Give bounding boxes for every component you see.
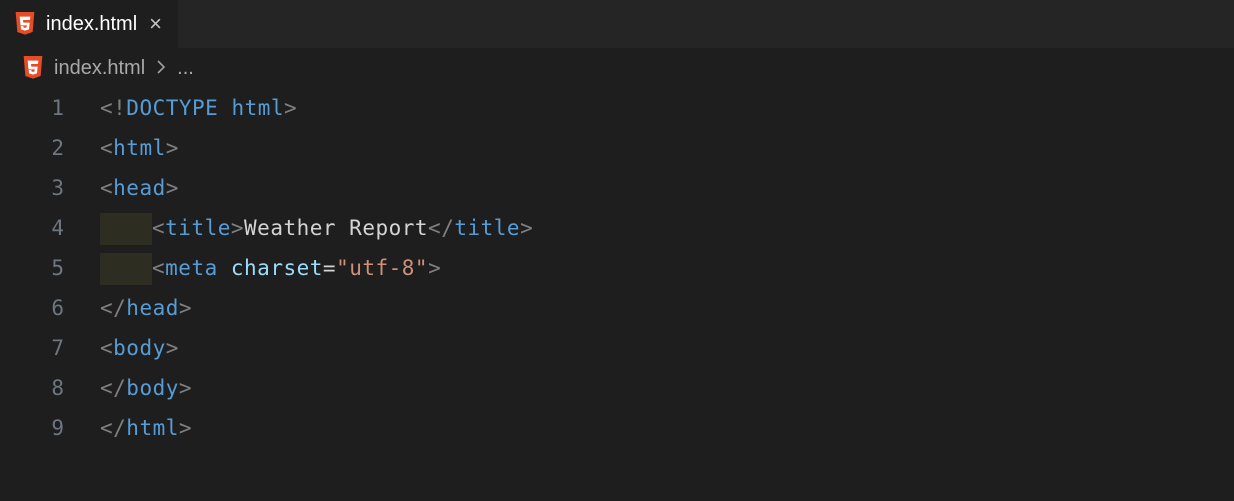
line-number: 3 [0,168,100,208]
token: html [126,416,179,440]
token: </ [428,216,454,240]
token: > [179,376,192,400]
token: > [166,336,179,360]
token: "utf-8" [336,256,428,280]
code-content: <!DOCTYPE html> [100,88,297,128]
token [218,96,231,120]
token: > [231,216,244,240]
tab-index-html[interactable]: index.html × [0,0,178,48]
tab-title: index.html [46,13,137,36]
token: html [231,96,284,120]
token: body [126,376,179,400]
code-content: </body> [100,368,192,408]
code-content: <meta charset="utf-8"> [100,248,441,288]
code-content: <html> [100,128,179,168]
token: DOCTYPE [126,96,218,120]
token: head [126,296,179,320]
breadcrumb-file: index.html [54,57,145,80]
code-line[interactable]: 3<head> [0,168,1234,208]
token: html [113,136,166,160]
code-content: <body> [100,328,179,368]
token: </ [100,296,126,320]
token: charset [231,256,323,280]
line-number: 1 [0,88,100,128]
line-number: 4 [0,208,100,248]
token: > [166,176,179,200]
breadcrumb[interactable]: index.html ... [0,48,1234,86]
close-icon[interactable]: × [147,11,164,37]
code-editor[interactable]: 1<!DOCTYPE html>2<html>3<head>4<title>We… [0,86,1234,448]
token: < [100,336,113,360]
token: title [454,216,520,240]
code-line[interactable]: 8</body> [0,368,1234,408]
token: < [152,256,165,280]
token: title [165,216,231,240]
line-number: 2 [0,128,100,168]
indent-block [100,213,152,245]
token: = [323,256,336,280]
code-line[interactable]: 1<!DOCTYPE html> [0,88,1234,128]
code-line[interactable]: 6</head> [0,288,1234,328]
editor-tab-bar: index.html × [0,0,1234,48]
code-line[interactable]: 9</html> [0,408,1234,448]
token [218,256,231,280]
line-number: 5 [0,248,100,288]
indent-block [100,253,152,285]
code-content: </html> [100,408,192,448]
code-content: </head> [100,288,192,328]
code-content: <head> [100,168,179,208]
token: > [428,256,441,280]
token: body [113,336,166,360]
token: < [100,136,113,160]
code-line[interactable]: 2<html> [0,128,1234,168]
token: > [179,296,192,320]
token: > [179,416,192,440]
code-content: <title>Weather Report</title> [100,208,533,248]
token: < [100,176,113,200]
token: < [152,216,165,240]
line-number: 6 [0,288,100,328]
code-line[interactable]: 7<body> [0,328,1234,368]
token: Weather Report [244,216,428,240]
token: </ [100,376,126,400]
token: head [113,176,166,200]
html5-icon [14,12,36,36]
token: meta [165,256,218,280]
chevron-right-icon [155,57,167,80]
line-number: 9 [0,408,100,448]
token: <! [100,96,126,120]
line-number: 7 [0,328,100,368]
token: > [284,96,297,120]
token: </ [100,416,126,440]
token: > [520,216,533,240]
code-line[interactable]: 5<meta charset="utf-8"> [0,248,1234,288]
token: > [166,136,179,160]
html5-icon [22,56,44,80]
code-line[interactable]: 4<title>Weather Report</title> [0,208,1234,248]
breadcrumb-rest: ... [177,57,194,80]
line-number: 8 [0,368,100,408]
